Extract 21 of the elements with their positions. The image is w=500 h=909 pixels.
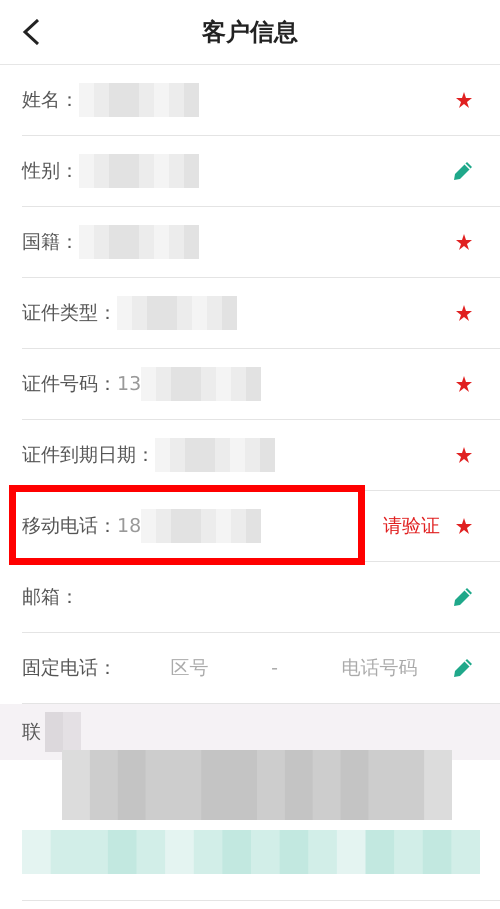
field-value: 18: [117, 515, 142, 537]
back-icon[interactable]: [20, 18, 42, 46]
field-label: 国籍：: [22, 230, 79, 255]
phone-number-field[interactable]: 电话号码: [335, 656, 424, 680]
pencil-icon[interactable]: [452, 160, 474, 182]
area-code-field[interactable]: 区号: [166, 656, 214, 680]
field-label: 证件号码：: [22, 372, 117, 397]
field-label: 证件到期日期：: [22, 443, 155, 468]
field-label: 固定电话：: [22, 656, 117, 681]
field-label: 邮箱：: [22, 585, 79, 610]
field-label: 证件类型：: [22, 301, 117, 326]
verify-link[interactable]: 请验证: [383, 513, 440, 539]
pencil-icon[interactable]: [452, 657, 474, 679]
pencil-icon[interactable]: [452, 586, 474, 608]
field-label: 性别：: [22, 159, 79, 184]
separator-text: -: [271, 657, 278, 679]
field-value: 13: [117, 373, 142, 395]
section-label: 联: [22, 720, 41, 745]
field-label: 姓名：: [22, 88, 79, 113]
field-label: 移动电话：: [22, 514, 117, 539]
page-title: 客户信息: [202, 17, 298, 48]
